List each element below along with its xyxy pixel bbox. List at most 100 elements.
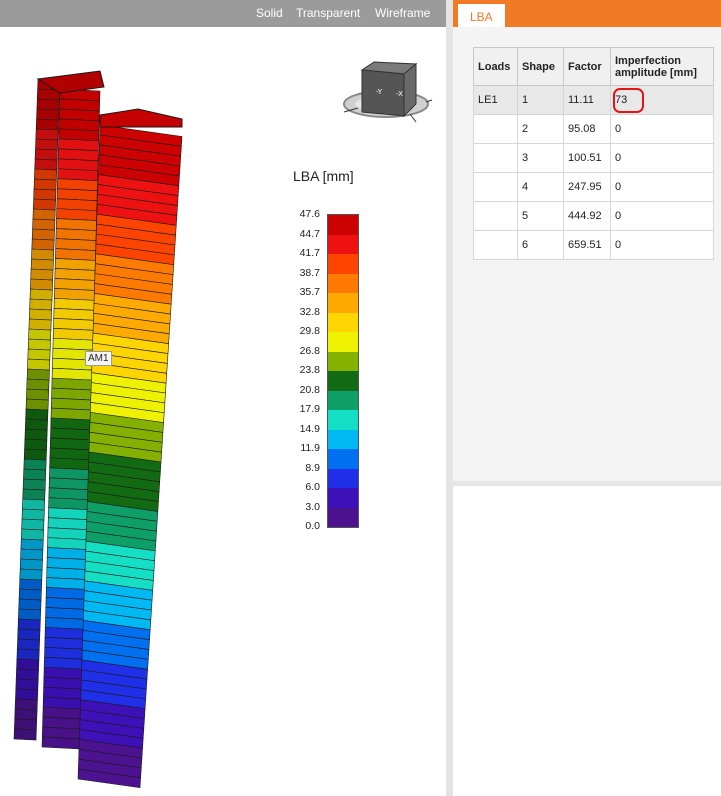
legend-color-band [328, 468, 358, 488]
model-mesh-band [23, 468, 47, 481]
model-mesh-band [26, 378, 50, 391]
cell-loads [473, 143, 518, 173]
model-mesh-band [34, 158, 58, 171]
cell-factor: 444.92 [563, 201, 611, 231]
cell-factor: 11.11 [563, 85, 611, 115]
model-mesh-band [36, 108, 60, 121]
model-mesh-band [16, 638, 40, 651]
legend-tick-label: 41.7 [299, 247, 320, 259]
cell-loads [473, 201, 518, 231]
model-mesh-band [21, 508, 45, 521]
model-top-cap [99, 108, 183, 128]
cell-imperfection-amplitude[interactable]: 0 [610, 114, 714, 144]
lba-results-table: Loads Shape Factor Imperfection amplitud… [473, 47, 714, 260]
cell-shape: 3 [517, 143, 564, 173]
cell-shape: 2 [517, 114, 564, 144]
legend-color-band [328, 371, 358, 391]
model-mesh-band [18, 608, 42, 621]
buckled-column-model[interactable] [0, 27, 440, 796]
model-mesh-band [35, 128, 59, 141]
legend-color-band [328, 507, 358, 527]
svg-text:-Y: -Y [376, 88, 383, 96]
model-mesh-band [30, 258, 54, 271]
column-header-shape[interactable]: Shape [517, 47, 564, 86]
model-mesh-band [21, 518, 45, 531]
view-mode-toolbar: Solid Transparent Wireframe [0, 0, 446, 27]
legend-tick-label: 23.8 [299, 364, 320, 376]
panel-splitter[interactable] [446, 0, 453, 796]
wireframe-view-button[interactable]: Wireframe [375, 6, 430, 20]
model-mesh-band [14, 708, 38, 721]
legend-tick-label: 8.9 [305, 461, 320, 474]
model-mesh-band [22, 488, 46, 501]
model-mesh-band [36, 98, 60, 111]
model-mesh-band [27, 338, 51, 351]
cell-factor: 95.08 [563, 114, 611, 144]
cell-loads [473, 230, 518, 260]
table-area: Loads Shape Factor Imperfection amplitud… [453, 27, 721, 481]
model-mesh-band [16, 648, 40, 661]
transparent-view-button[interactable]: Transparent [296, 6, 360, 20]
column-header-loads[interactable]: Loads [473, 47, 518, 86]
table-row[interactable]: 5 444.92 0 [473, 201, 714, 231]
cell-loads: LE1 [473, 85, 518, 115]
model-mesh-band [14, 698, 38, 711]
legend-tick-label: 29.8 [299, 325, 320, 337]
svg-text:-X: -X [396, 90, 403, 98]
legend-color-band [328, 312, 358, 332]
legend-color-band [328, 429, 358, 449]
model-mesh-band [14, 718, 38, 731]
table-row[interactable]: 4 247.95 0 [473, 172, 714, 202]
model-mesh-band [23, 458, 47, 471]
legend-color-band [328, 488, 358, 508]
cell-factor: 100.51 [563, 143, 611, 173]
model-mesh-band [32, 198, 56, 211]
table-row[interactable]: 3 100.51 0 [473, 143, 714, 173]
model-mesh-band [26, 368, 50, 381]
legend-tick-label: 20.8 [299, 383, 320, 396]
model-mesh-band [33, 188, 57, 201]
solid-view-button[interactable]: Solid [256, 6, 283, 20]
model-mesh-band [25, 398, 49, 411]
cell-shape: 6 [517, 230, 564, 260]
model-marker-label: AM1 [85, 351, 112, 366]
table-row[interactable]: 6 659.51 0 [473, 230, 714, 260]
legend-color-band [328, 234, 358, 254]
legend-color-scale [327, 214, 359, 528]
results-panel: LBA Loads Shape Factor Imperfection ampl… [453, 0, 721, 796]
model-mesh-band [33, 178, 57, 191]
legend-color-band [328, 273, 358, 293]
model-mesh-band [35, 138, 59, 151]
model-mesh-band [20, 538, 44, 551]
column-header-imperfection-amplitude[interactable]: Imperfection amplitude [mm] [610, 47, 714, 86]
model-mesh-band [28, 318, 52, 331]
model-mesh-band [22, 498, 46, 511]
model-mesh-band [26, 388, 50, 401]
model-mesh-band [22, 478, 46, 491]
model-mesh-band [15, 678, 39, 691]
table-row[interactable]: 2 95.08 0 [473, 114, 714, 144]
model-mesh-band [41, 736, 83, 750]
model-mesh-band [20, 548, 44, 561]
table-row[interactable]: LE1 1 11.11 73 [473, 85, 714, 115]
cell-imperfection-amplitude[interactable]: 0 [610, 230, 714, 260]
3d-viewport[interactable]: Solid Transparent Wireframe AM1 -Y -X LB… [0, 0, 446, 796]
cell-imperfection-amplitude[interactable]: 0 [610, 143, 714, 173]
model-mesh-band [13, 728, 37, 741]
model-mesh-band [24, 418, 48, 431]
column-header-factor[interactable]: Factor [563, 47, 611, 86]
cell-shape: 5 [517, 201, 564, 231]
tab-lba[interactable]: LBA [458, 4, 505, 27]
legend-color-band [328, 351, 358, 371]
cell-shape: 4 [517, 172, 564, 202]
cell-imperfection-amplitude[interactable]: 0 [610, 201, 714, 231]
legend-title: LBA [mm] [293, 168, 354, 184]
model-mesh-band [18, 588, 42, 601]
model-mesh-band [29, 288, 53, 301]
cell-imperfection-amplitude[interactable]: 0 [610, 172, 714, 202]
model-mesh-band [16, 658, 40, 671]
navigation-cube-icon[interactable]: -Y -X [340, 58, 436, 134]
cell-imperfection-amplitude[interactable]: 73 [610, 85, 714, 115]
model-mesh-band [28, 308, 52, 321]
model-mesh-band [24, 428, 48, 441]
